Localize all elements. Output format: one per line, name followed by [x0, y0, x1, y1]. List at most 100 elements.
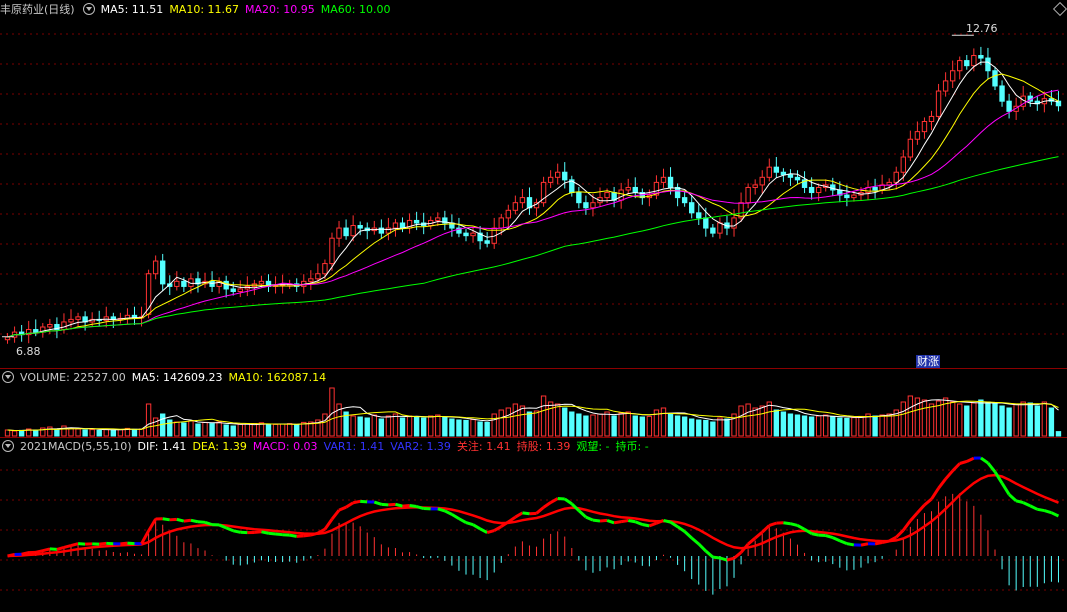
- dif-segment: [768, 521, 777, 527]
- volume-bar: [964, 405, 970, 437]
- candle: [830, 177, 836, 196]
- candle-body: [160, 260, 166, 285]
- candle-body: [900, 156, 906, 173]
- volume-bar: [322, 413, 328, 437]
- dif-segment: [634, 520, 643, 526]
- guanwang-value: 观望: -: [576, 440, 610, 453]
- dif-segment: [190, 518, 199, 524]
- ma60-value: MA60: 10.00: [320, 3, 391, 16]
- candle-body: [773, 166, 780, 173]
- volume-bar: [660, 407, 667, 437]
- candle-body: [385, 227, 392, 234]
- dea-line: [7, 473, 1059, 558]
- volume-bar: [181, 422, 187, 437]
- volume-bar: [11, 430, 18, 437]
- candle: [61, 313, 67, 334]
- volume-bars[interactable]: [4, 387, 1062, 437]
- candle: [745, 183, 751, 209]
- candle-body: [604, 192, 610, 199]
- volume-bar: [759, 405, 765, 437]
- volume-bar: [766, 401, 772, 437]
- dif-segment: [373, 500, 382, 506]
- dif-segment: [761, 524, 771, 534]
- candle: [886, 178, 892, 191]
- volume-bar: [858, 415, 864, 437]
- volume-bar: [456, 419, 462, 437]
- volume-bar: [505, 407, 511, 437]
- dif-segment: [330, 509, 341, 521]
- candle: [738, 192, 744, 222]
- dif-segment: [120, 541, 128, 546]
- candle: [75, 312, 81, 327]
- candle-body: [392, 222, 399, 229]
- candle: [710, 224, 716, 238]
- candle: [47, 318, 53, 335]
- dif-segment: [549, 497, 559, 504]
- dif-segment: [395, 502, 403, 508]
- candle-body: [519, 197, 526, 204]
- candle: [696, 204, 702, 226]
- candle: [597, 187, 603, 207]
- dif-segment: [1008, 493, 1018, 502]
- dif-segment: [811, 532, 819, 537]
- candle-body: [590, 202, 596, 209]
- candle: [689, 195, 695, 219]
- macd-value: MACD: 0.03: [252, 440, 318, 453]
- candle: [230, 281, 236, 296]
- candle: [794, 170, 801, 184]
- volume-panel-header: VOLUME: 22527.00 MA5: 142609.23 MA10: 1620…: [0, 370, 332, 386]
- candle-body: [667, 176, 674, 188]
- candle-body: [759, 176, 765, 186]
- volume-bar: [696, 419, 702, 437]
- dif-segment: [1022, 501, 1031, 508]
- volume-bar: [61, 425, 67, 437]
- dif-segment: [402, 504, 410, 508]
- volume-bar: [223, 424, 229, 437]
- dif-segment: [268, 531, 276, 536]
- dif-segment: [183, 518, 192, 523]
- dif-segment: [613, 520, 622, 525]
- dea-value: DEA: 1.39: [192, 440, 247, 453]
- candle-body: [237, 288, 243, 292]
- stock-title[interactable]: 丰原药业(日线): [0, 3, 75, 16]
- dif-segment: [360, 499, 368, 504]
- candle-body: [815, 186, 822, 194]
- candle-body: [230, 288, 236, 292]
- dropdown-icon[interactable]: [2, 371, 14, 383]
- dif-segment: [980, 456, 989, 465]
- volume-bar: [752, 407, 758, 437]
- volume-bar: [364, 417, 370, 437]
- dropdown-icon[interactable]: [82, 3, 95, 15]
- candle-body: [547, 176, 554, 183]
- var1-value: VAR1: 1.41: [323, 440, 385, 453]
- volume-bar: [590, 414, 596, 437]
- candle-body: [893, 171, 899, 183]
- candle-body: [562, 171, 568, 181]
- stock-chart[interactable]: [0, 0, 1067, 612]
- volume-bar: [1041, 401, 1048, 437]
- dif-segment: [909, 511, 919, 522]
- candle-body: [336, 227, 342, 239]
- candle: [216, 277, 222, 294]
- volume-bar: [138, 428, 145, 437]
- volume-bar: [949, 401, 956, 437]
- candle: [865, 180, 871, 200]
- volume-bar: [928, 403, 935, 437]
- event-label[interactable]: 财涨: [916, 355, 940, 368]
- volume-bar: [808, 416, 815, 437]
- candle: [308, 270, 314, 290]
- volume-bar: [639, 416, 646, 437]
- candle: [512, 195, 519, 215]
- macd-indicator[interactable]: [7, 456, 1060, 595]
- volume-bar: [265, 424, 272, 437]
- dropdown-icon[interactable]: [2, 440, 14, 452]
- candle: [202, 272, 208, 288]
- dif-segment: [409, 504, 417, 509]
- dif-segment: [966, 456, 975, 463]
- moving-average-lines: [2, 34, 1059, 338]
- candle: [907, 130, 914, 162]
- volume-bar: [202, 421, 208, 437]
- volume-bar: [385, 415, 392, 437]
- candle-body: [914, 131, 921, 140]
- candle-body: [999, 85, 1005, 102]
